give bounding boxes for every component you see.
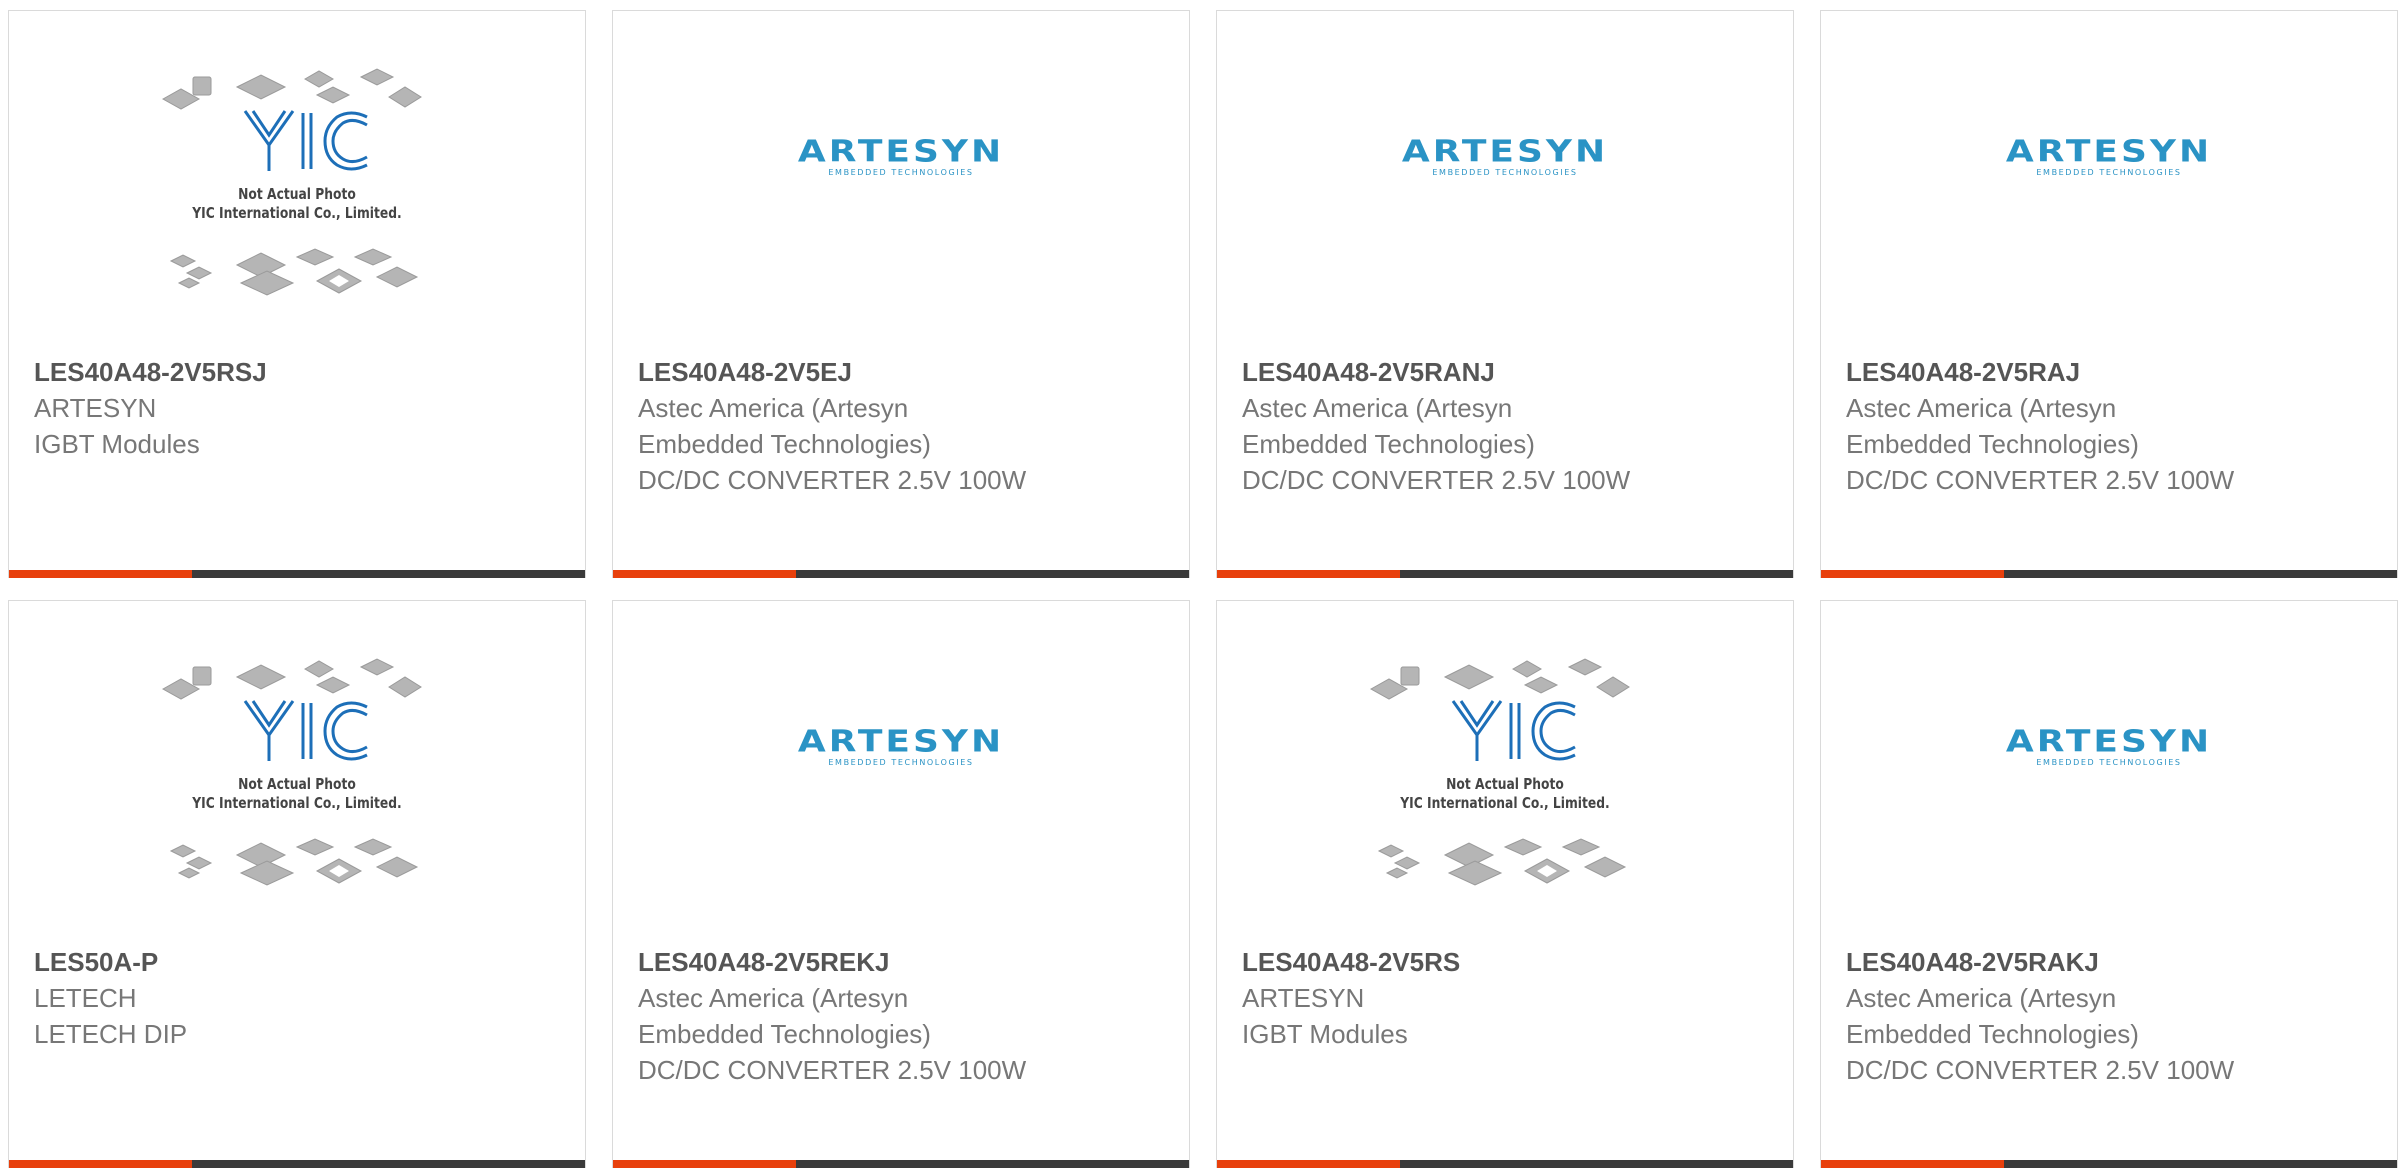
logo-wordmark: ARTESYN [797, 134, 1005, 169]
manufacturer: LETECH [34, 983, 137, 1013]
manufacturer: Astec America (Artesyn Embedded Technolo… [1242, 393, 1535, 459]
placeholder-photo: Not Actual Photo YIC International Co., … [157, 61, 437, 301]
card-bottom-bar [9, 570, 585, 578]
part-number-link[interactable]: LES40A48-2V5RANJ [1242, 354, 1773, 390]
product-info: LES50A-P LETECH LETECH DIP [34, 944, 565, 1052]
placeholder-photo: Not Actual Photo YIC International Co., … [157, 651, 437, 891]
product-card[interactable]: ARTESYN EMBEDDED TECHNOLOGIES LES40A48-2… [612, 600, 1190, 1168]
part-number-link[interactable]: LES40A48-2V5EJ [638, 354, 1169, 390]
manufacturer: Astec America (Artesyn Embedded Technolo… [1846, 983, 2139, 1049]
product-image[interactable]: ARTESYN EMBEDDED TECHNOLOGIES [613, 11, 1189, 351]
logo-wordmark: ARTESYN [1401, 134, 1609, 169]
card-bar-accent [9, 570, 192, 578]
product-image[interactable]: ARTESYN EMBEDDED TECHNOLOGIES [1217, 11, 1793, 351]
product-info: LES40A48-2V5RAJ Astec America (Artesyn Em… [1846, 354, 2377, 498]
product-info: LES40A48-2V5EJ Astec America (Artesyn Emb… [638, 354, 1169, 498]
manufacturer: ARTESYN [1242, 983, 1365, 1013]
product-grid: Not Actual Photo YIC International Co., … [8, 10, 2400, 1168]
yic-company-text: YIC International Co., Limited. [1400, 794, 1610, 812]
part-number-link[interactable]: LES40A48-2V5RSJ [34, 354, 565, 390]
description: LETECH DIP [34, 1019, 188, 1049]
manufacturer: Astec America (Artesyn Embedded Technolo… [1846, 393, 2139, 459]
yic-company-text: YIC International Co., Limited. [192, 204, 402, 222]
logo-wordmark: ARTESYN [797, 724, 1005, 759]
product-card[interactable]: ARTESYN EMBEDDED TECHNOLOGIES LES40A48-2… [1216, 10, 1794, 578]
not-actual-photo-text: Not Actual Photo [238, 775, 356, 793]
description: DC/DC CONVERTER 2.5V 100W [638, 1055, 1027, 1085]
part-number-link[interactable]: LES40A48-2V5RS [1242, 944, 1773, 980]
description: DC/DC CONVERTER 2.5V 100W [1242, 465, 1631, 495]
chip-packages-icon [1369, 658, 1630, 886]
chip-packages-icon [161, 68, 422, 296]
manufacturer: Astec America (Artesyn Embedded Technolo… [638, 983, 931, 1049]
artesyn-logo: ARTESYN EMBEDDED TECHNOLOGIES [1402, 134, 1608, 178]
product-info: LES40A48-2V5RAKJ Astec America (Artesyn E… [1846, 944, 2377, 1088]
product-image[interactable]: Not Actual Photo YIC International Co., … [1217, 601, 1793, 941]
product-card[interactable]: Not Actual Photo YIC International Co., … [1216, 600, 1794, 1168]
product-image[interactable]: ARTESYN EMBEDDED TECHNOLOGIES [613, 601, 1189, 941]
product-image[interactable]: Not Actual Photo YIC International Co., … [9, 601, 585, 941]
description: DC/DC CONVERTER 2.5V 100W [1846, 465, 2235, 495]
card-bar-accent [1217, 570, 1400, 578]
part-number-link[interactable]: LES50A-P [34, 944, 565, 980]
description: IGBT Modules [1242, 1019, 1408, 1049]
card-bar-accent [1821, 570, 2004, 578]
part-number-link[interactable]: LES40A48-2V5RAKJ [1846, 944, 2377, 980]
artesyn-logo: ARTESYN EMBEDDED TECHNOLOGIES [798, 724, 1004, 768]
product-card[interactable]: Not Actual Photo YIC International Co., … [8, 10, 586, 578]
part-number-link[interactable]: LES40A48-2V5REKJ [638, 944, 1169, 980]
description: DC/DC CONVERTER 2.5V 100W [638, 465, 1027, 495]
card-bottom-bar [1821, 570, 2397, 578]
artesyn-logo: ARTESYN EMBEDDED TECHNOLOGIES [2006, 134, 2212, 178]
placeholder-photo: Not Actual Photo YIC International Co., … [1365, 651, 1645, 891]
card-bar-accent [613, 570, 796, 578]
part-number-link[interactable]: LES40A48-2V5RAJ [1846, 354, 2377, 390]
chip-packages-icon [161, 658, 422, 886]
product-image[interactable]: ARTESYN EMBEDDED TECHNOLOGIES [1821, 11, 2397, 351]
product-card[interactable]: ARTESYN EMBEDDED TECHNOLOGIES LES40A48-2… [1820, 600, 2398, 1168]
logo-subtitle: EMBEDDED TECHNOLOGIES [1432, 168, 1578, 177]
artesyn-logo: ARTESYN EMBEDDED TECHNOLOGIES [2006, 724, 2212, 768]
product-image[interactable]: ARTESYN EMBEDDED TECHNOLOGIES [1821, 601, 2397, 941]
logo-subtitle: EMBEDDED TECHNOLOGIES [2036, 168, 2182, 177]
product-card[interactable]: Not Actual Photo YIC International Co., … [8, 600, 586, 1168]
yic-company-text: YIC International Co., Limited. [192, 794, 402, 812]
product-image[interactable]: Not Actual Photo YIC International Co., … [9, 11, 585, 351]
logo-wordmark: ARTESYN [2005, 134, 2213, 169]
artesyn-logo: ARTESYN EMBEDDED TECHNOLOGIES [798, 134, 1004, 178]
product-info: LES40A48-2V5RSJ ARTESYN IGBT Modules [34, 354, 565, 462]
product-info: LES40A48-2V5REKJ Astec America (Artesyn E… [638, 944, 1169, 1088]
not-actual-photo-text: Not Actual Photo [1446, 775, 1564, 793]
logo-subtitle: EMBEDDED TECHNOLOGIES [2036, 758, 2182, 767]
logo-subtitle: EMBEDDED TECHNOLOGIES [828, 168, 974, 177]
description: IGBT Modules [34, 429, 200, 459]
product-info: LES40A48-2V5RS ARTESYN IGBT Modules [1242, 944, 1773, 1052]
product-card[interactable]: ARTESYN EMBEDDED TECHNOLOGIES LES40A48-2… [1820, 10, 2398, 578]
card-bottom-bar [1217, 570, 1793, 578]
logo-subtitle: EMBEDDED TECHNOLOGIES [828, 758, 974, 767]
product-info: LES40A48-2V5RANJ Astec America (Artesyn E… [1242, 354, 1773, 498]
manufacturer: Astec America (Artesyn Embedded Technolo… [638, 393, 931, 459]
card-bottom-bar [613, 570, 1189, 578]
description: DC/DC CONVERTER 2.5V 100W [1846, 1055, 2235, 1085]
product-card[interactable]: ARTESYN EMBEDDED TECHNOLOGIES LES40A48-2… [612, 10, 1190, 578]
not-actual-photo-text: Not Actual Photo [238, 185, 356, 203]
manufacturer: ARTESYN [34, 393, 157, 423]
logo-wordmark: ARTESYN [2005, 724, 2213, 759]
